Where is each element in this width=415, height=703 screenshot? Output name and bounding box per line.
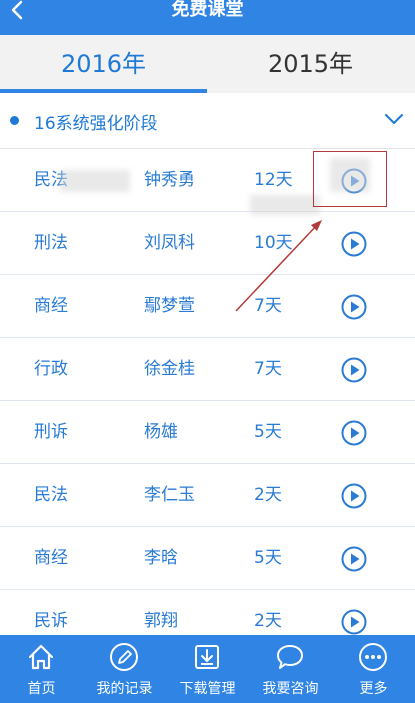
- course-list: 民法 钟秀勇 12天 刑法 刘凤科 10天 商经 鄢梦萱 7天 行政 徐金桂 7…: [0, 149, 415, 635]
- download-icon: [195, 645, 219, 669]
- nav-label: 首页: [27, 681, 56, 697]
- bottom-nav: 首页 我的记录 下载管理 我要咨询 更多: [0, 635, 415, 703]
- chat-bubble-icon: [277, 645, 303, 669]
- watermark-blur: [250, 195, 320, 215]
- course-row[interactable]: 民诉 郭翔 2天: [0, 590, 415, 635]
- course-row[interactable]: 行政 徐金桂 7天: [0, 338, 415, 401]
- course-days: 2天: [254, 485, 282, 505]
- chevron-down-icon[interactable]: [382, 107, 406, 131]
- pencil-icon: [110, 643, 138, 671]
- course-teacher: 杨雄: [144, 422, 178, 442]
- app-header: 免费课堂: [0, 0, 415, 35]
- section-title: 16系统强化阶段: [34, 114, 158, 134]
- course-teacher: 李仁玉: [144, 485, 195, 505]
- course-subject: 行政: [34, 359, 68, 379]
- course-teacher: 郭翔: [144, 611, 178, 631]
- course-days: 5天: [254, 548, 282, 568]
- play-icon[interactable]: [341, 420, 367, 446]
- course-days: 7天: [254, 359, 282, 379]
- course-days: 10天: [254, 233, 293, 253]
- course-row[interactable]: 刑法 刘凤科 10天: [0, 212, 415, 275]
- nav-item-home[interactable]: 首页: [0, 635, 83, 703]
- course-days: 7天: [254, 296, 282, 316]
- play-icon[interactable]: [341, 231, 367, 257]
- nav-label: 我要咨询: [262, 681, 319, 697]
- tab-2015[interactable]: 2015年: [207, 35, 414, 93]
- nav-label: 我的记录: [96, 681, 153, 697]
- course-subject: 民诉: [34, 611, 68, 631]
- course-days: 2天: [254, 611, 282, 631]
- course-row[interactable]: 刑诉 杨雄 5天: [0, 401, 415, 464]
- course-teacher: 钟秀勇: [144, 170, 195, 190]
- course-subject: 商经: [34, 296, 68, 316]
- section-header[interactable]: 16系统强化阶段: [0, 93, 415, 149]
- play-icon[interactable]: [341, 357, 367, 383]
- course-row[interactable]: 商经 鄢梦萱 7天: [0, 275, 415, 338]
- course-teacher: 李晗: [144, 548, 178, 568]
- course-subject: 民法: [34, 485, 68, 505]
- nav-label: 更多: [359, 681, 388, 697]
- course-subject: 刑法: [34, 233, 68, 253]
- play-icon[interactable]: [341, 609, 367, 635]
- course-subject: 刑诉: [34, 422, 68, 442]
- course-days: 5天: [254, 422, 282, 442]
- nav-item-more[interactable]: 更多: [332, 635, 415, 703]
- play-icon[interactable]: [341, 294, 367, 320]
- section-dot-icon: [10, 116, 19, 125]
- home-icon: [28, 644, 54, 670]
- year-tabs: 2016年 2015年: [0, 35, 415, 93]
- nav-item-consult[interactable]: 我要咨询: [249, 635, 332, 703]
- annotation-box: [313, 151, 387, 207]
- page-title: 免费课堂: [171, 0, 244, 20]
- more-icon: [359, 643, 387, 671]
- play-icon[interactable]: [341, 546, 367, 572]
- nav-label: 下载管理: [179, 681, 236, 697]
- course-subject: 商经: [34, 548, 68, 568]
- course-teacher: 徐金桂: [144, 359, 195, 379]
- nav-item-records[interactable]: 我的记录: [83, 635, 166, 703]
- tab-2016[interactable]: 2016年: [0, 35, 207, 93]
- course-teacher: 刘凤科: [144, 233, 195, 253]
- play-icon[interactable]: [341, 483, 367, 509]
- nav-item-downloads[interactable]: 下载管理: [166, 635, 249, 703]
- course-row[interactable]: 商经 李晗 5天: [0, 527, 415, 590]
- watermark-blur: [60, 170, 130, 192]
- course-row[interactable]: 民法 李仁玉 2天: [0, 464, 415, 527]
- course-teacher: 鄢梦萱: [144, 296, 195, 316]
